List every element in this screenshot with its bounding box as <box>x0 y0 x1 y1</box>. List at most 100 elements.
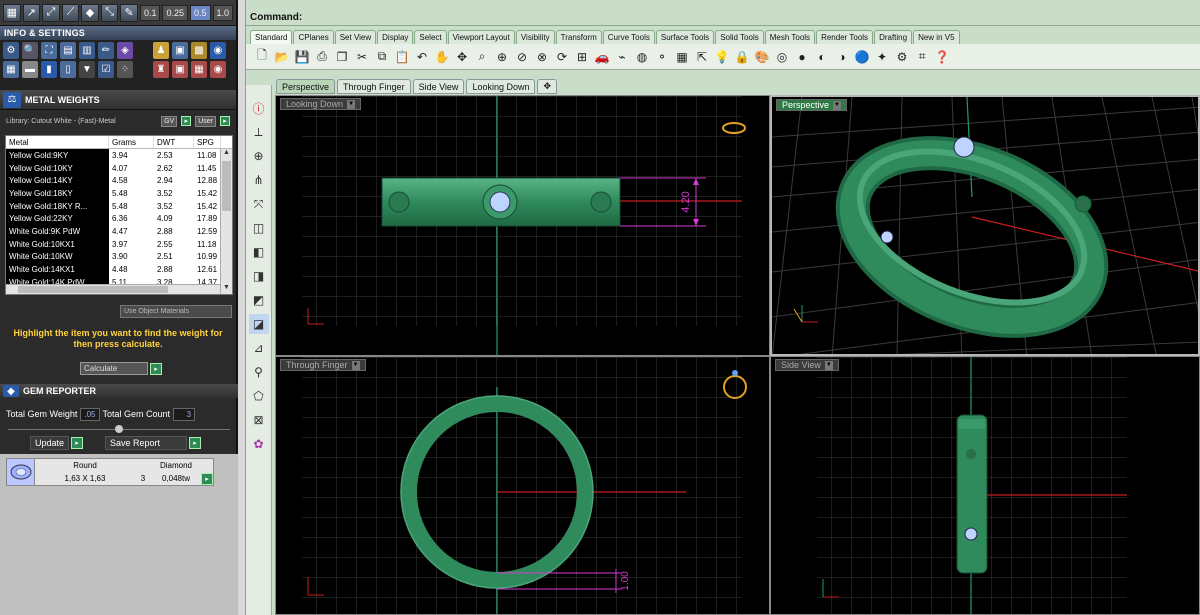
measure-icon[interactable]: ⟋ <box>61 3 80 22</box>
grid-view-icon[interactable]: ▦ <box>3 61 19 78</box>
table-row[interactable]: Yellow Gold:10KY 4.07 2.62 11.45 <box>6 161 232 175</box>
toolbar-tab-drafting[interactable]: Drafting <box>874 30 913 44</box>
cube-icon[interactable]: ▮ <box>41 61 57 78</box>
panel-splitter[interactable] <box>238 0 246 615</box>
user-arrow-button[interactable]: ▸ <box>220 116 230 126</box>
plugins-icon[interactable]: ⌗ <box>914 49 930 65</box>
toolbar-tab-curve-tools[interactable]: Curve Tools <box>602 30 655 44</box>
viewport-side-view[interactable]: Side View ▼ <box>770 356 1200 615</box>
table-row[interactable]: Yellow Gold:18KY 5.48 3.52 15.42 <box>6 187 232 200</box>
wand-icon[interactable]: ✦ <box>874 49 890 65</box>
user-box[interactable]: User <box>195 115 216 127</box>
toolbar-tab-display[interactable]: Display <box>377 30 414 44</box>
toolbar-tab-viewport-layout[interactable]: Viewport Layout <box>447 30 515 44</box>
red-box-icon[interactable]: ▣ <box>172 61 188 78</box>
grid-icon[interactable]: ▦ <box>3 3 21 22</box>
perspective-label[interactable]: Perspective ▼ <box>776 99 848 111</box>
table-row[interactable]: Yellow Gold:9KY 3.94 2.53 11.08 <box>6 149 232 162</box>
viewport-tab-side-view[interactable]: Side View <box>412 79 465 94</box>
select-cursor-icon[interactable]: ⇱ <box>694 49 710 65</box>
zoom-window-icon[interactable]: ⊕ <box>494 49 510 65</box>
table-row[interactable]: Yellow Gold:18KY R... 5.48 3.52 15.42 <box>6 199 232 213</box>
blue-box-icon[interactable]: ▣ <box>172 42 188 59</box>
scroll-thumb[interactable] <box>222 161 231 211</box>
polygon-icon[interactable]: ⬠ <box>249 386 269 406</box>
save-report-arrow-icon[interactable]: ▸ <box>189 437 202 449</box>
options-gear-icon[interactable]: ⚙ <box>894 49 910 65</box>
calculate-button[interactable]: Calculate <box>80 362 148 375</box>
cut-icon[interactable]: ✂ <box>354 49 370 65</box>
table-row[interactable]: Yellow Gold:22KY 6.36 4.09 17.89 <box>6 212 232 226</box>
table-row[interactable]: White Gold:10KW 3.90 2.51 10.99 <box>6 250 232 264</box>
update-button[interactable]: Update <box>30 436 70 450</box>
box-top-icon[interactable]: ◨ <box>249 266 269 286</box>
toolbar-tab-new-in-v5[interactable]: New in V5 <box>913 30 960 44</box>
wire-icon[interactable]: ⌁ <box>614 49 630 65</box>
gem-item-arrow-icon[interactable]: ▸ <box>201 473 213 485</box>
toolbar-tab-transform[interactable]: Transform <box>555 30 602 44</box>
diamond-icon[interactable]: ◆ <box>81 3 99 22</box>
scroll-down-icon[interactable]: ▼ <box>221 284 232 294</box>
expand-icon[interactable]: ⤡ <box>100 3 119 22</box>
cylinder-icon[interactable]: ▯ <box>60 61 76 78</box>
ruler-icon[interactable]: ▤ <box>60 42 76 59</box>
save-report-button[interactable]: Save Report <box>105 436 188 450</box>
through-finger-label[interactable]: Through Finger ▼ <box>280 359 366 371</box>
point-icon[interactable]: ⚬ <box>654 49 670 65</box>
zoom-extents-icon[interactable]: ⊘ <box>514 49 530 65</box>
box-side-icon[interactable]: ◧ <box>249 242 269 262</box>
info-circle-icon[interactable]: ⓘ <box>249 98 269 118</box>
toolbar-tab-solid-tools[interactable]: Solid Tools <box>715 30 764 44</box>
gem-purple-icon[interactable]: ◈ <box>117 42 133 59</box>
checklist-icon[interactable]: ☑ <box>98 61 114 78</box>
table-vertical-scrollbar[interactable]: ▲ ▼ <box>220 149 232 294</box>
lock-icon[interactable]: 🔒 <box>734 49 750 65</box>
red-figure-icon[interactable]: ♜ <box>153 61 169 78</box>
gv-box[interactable]: GV <box>161 115 178 127</box>
viewport-tab-perspective[interactable]: Perspective <box>276 79 336 94</box>
toolbar-tab-surface-tools[interactable]: Surface Tools <box>655 30 715 44</box>
minus-icon[interactable]: ▬ <box>22 61 38 78</box>
help-icon[interactable]: ❓ <box>934 49 950 65</box>
settings-small-icon[interactable]: ✎ <box>120 3 138 22</box>
viewport-tab-looking-down[interactable]: Looking Down <box>466 79 536 94</box>
zoom-1-0[interactable]: 1.0 <box>212 4 234 21</box>
update-arrow-icon[interactable]: ▸ <box>71 437 84 449</box>
toolbar-tab-cplanes[interactable]: CPlanes <box>293 30 334 44</box>
viewport-tab-through-finger[interactable]: Through Finger <box>337 79 411 94</box>
render-preview-icon[interactable]: ◑ <box>834 49 850 65</box>
side-view-label[interactable]: Side View ▼ <box>775 359 839 371</box>
blue-gem-icon[interactable]: ◉ <box>210 42 226 59</box>
sphere-grid-icon[interactable]: ⊕ <box>249 146 269 166</box>
new-file-icon[interactable]: 🗋 <box>254 48 270 65</box>
blue-sphere-icon[interactable]: 🔵 <box>854 49 870 65</box>
calculate-arrow-icon[interactable]: ▸ <box>150 362 162 375</box>
col-grams[interactable]: Grams <box>109 136 154 148</box>
viewport-perspective[interactable]: Perspective ▼ <box>770 95 1200 356</box>
red-grid-icon[interactable]: ▦ <box>191 61 207 78</box>
toolbar-tab-standard[interactable]: Standard <box>250 30 293 44</box>
zoom-selected-icon[interactable]: ⊗ <box>534 49 550 65</box>
gem-list-item[interactable]: Round 1,63 X 1,63 3 Diamond 0,048tw ▸ <box>6 458 214 486</box>
shaded-sphere-icon[interactable]: ● <box>794 49 810 65</box>
funnel-icon[interactable]: ▼ <box>79 61 95 78</box>
mirror-icon[interactable]: ⊿ <box>249 338 269 358</box>
hscroll-thumb[interactable] <box>18 286 168 293</box>
toolbar-tab-mesh-tools[interactable]: Mesh Tools <box>764 30 816 44</box>
add-viewport-tab-icon[interactable]: ✥ <box>537 79 558 94</box>
table-horizontal-scrollbar[interactable] <box>6 284 220 294</box>
branch-icon[interactable]: ⋔ <box>249 170 269 190</box>
looking-down-label[interactable]: Looking Down ▼ <box>280 98 362 110</box>
settings-gear-icon[interactable]: ⚙ <box>3 42 19 59</box>
diagonal-move-icon[interactable]: ⤢ <box>42 3 60 22</box>
use-object-materials-dropdown[interactable]: Use Object Materials <box>120 305 232 318</box>
command-bar[interactable]: Command: <box>246 0 1200 26</box>
network-icon[interactable]: ⛶ <box>41 42 57 59</box>
undo-icon[interactable]: ↶ <box>414 49 430 65</box>
document-icon[interactable]: ▥ <box>79 42 95 59</box>
copy-doc-icon[interactable]: ❐ <box>334 49 350 65</box>
table-row[interactable]: White Gold:9K PdW 4.47 2.88 12.59 <box>6 225 232 238</box>
viewport-looking-down[interactable]: 4.20 Looking Down ▼ <box>275 95 770 356</box>
axis-icon[interactable]: ⟂ <box>249 122 269 142</box>
zoom-0-25[interactable]: 0.25 <box>162 4 188 21</box>
